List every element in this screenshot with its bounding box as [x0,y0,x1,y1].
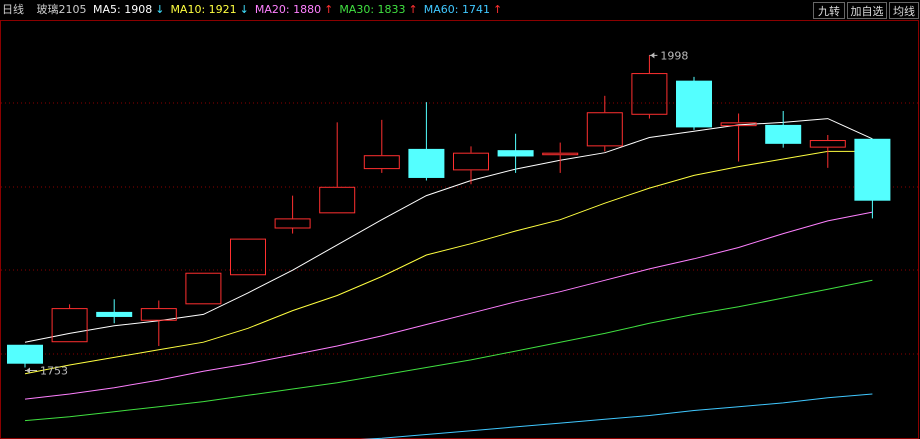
candle-body-up [363,155,400,170]
candle-body-up [586,112,623,147]
candle-body-up [453,152,489,171]
add-watchlist-button[interactable]: 加自选 [847,2,887,19]
ma-legend-ma5: MA5: 1908 [93,3,153,16]
candle-body-down [854,138,891,201]
candle-body-up [319,186,356,214]
ma-arrow: ↓ [155,3,165,16]
chart-header: 日线 玻璃2105 MA5: 1908 ↓ MA10: 1921 ↓ MA20: 188… [2,3,511,17]
ma-line-ma60 [360,393,873,439]
candle-body-up [185,272,222,305]
plot-frame [0,20,919,439]
candle-body-down [408,148,445,178]
kline-chart[interactable]: 1998 1753 [0,0,920,439]
ma-line-ma10 [24,150,873,375]
high-price-label: 1998 [660,49,688,62]
candle-body-down [676,80,712,128]
candle-body-down [497,150,534,157]
period-label: 日线 [2,3,24,16]
low-price-label: 1753 [40,365,68,378]
ma-arrow: ↑ [492,3,503,16]
jiuzhuan-button[interactable]: 九转 [813,2,845,19]
candle-body-up [809,140,846,148]
ma-legend: MA5: 1908 ↓ MA10: 1921 ↓ MA20: 1880 ↑ MA30: 18… [93,3,508,16]
ma-arrow: ↑ [408,3,418,16]
low-marker-arrow [26,367,30,374]
high-marker-arrow [650,52,655,59]
candle-body-up [51,308,88,343]
ma-legend-ma20: MA20: 1880 [254,3,322,16]
candle-body-down [96,311,133,317]
candle-body-down [765,124,802,144]
symbol-label: 玻璃2105 [36,3,87,16]
ma-legend-ma30: MA30: 1833 [339,3,406,16]
ma-arrow: ↑ [324,3,334,16]
candle-body-up [274,218,311,229]
candle-body-up [631,73,668,115]
ma-lines-button[interactable]: 均线 [889,2,919,19]
ma-arrow: ↓ [239,3,249,16]
candle-body-up [230,238,266,276]
kline-canvas[interactable]: 1998 1753 [0,0,920,439]
ma-legend-ma60: MA60: 1741 [423,3,490,16]
ma-legend-ma10: MA10: 1921 [170,3,237,16]
candle-body-up [542,152,579,156]
candle-body-down [7,344,43,364]
